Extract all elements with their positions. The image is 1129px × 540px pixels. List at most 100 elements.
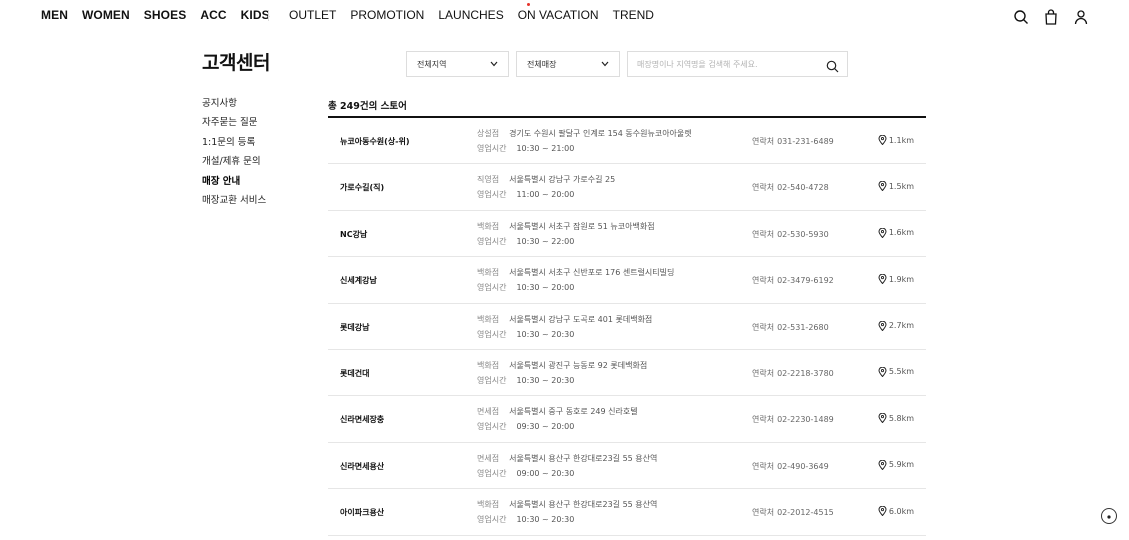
store-contact: 연락처 02-2218-3780 (752, 368, 834, 379)
store-row[interactable]: 아이파크용산 백화점 서울특별시 용산구 한강대로23길 55 용산역 영업시간 1… (328, 489, 926, 536)
store-row[interactable]: NC강남 백화점 서울특별시 서초구 잠원로 51 뉴코아백화점 영업시간 10:3… (328, 211, 926, 258)
hours-label: 영업시간 (477, 329, 507, 339)
store-row[interactable]: 롯데건대 백화점 서울특별시 광진구 능동로 92 롯데백화점 영업시간 10:30… (328, 350, 926, 397)
store-name[interactable]: 롯데건대 (340, 368, 369, 379)
region-select[interactable]: 전체지역 (406, 51, 509, 77)
store-phone: 02-490-3649 (777, 461, 829, 471)
store-hours: 10:30 ~ 22:00 (516, 236, 575, 246)
store-hours: 09:00 ~ 20:30 (516, 468, 575, 478)
search-icon[interactable] (826, 58, 839, 73)
store-type: 백화점 (477, 360, 500, 370)
store-type-select-value: 전체매장 (527, 59, 557, 69)
store-distance[interactable]: 1.1km (878, 134, 914, 146)
store-address-line: 직영점 서울특별시 강남구 가로수길 25 (477, 174, 615, 185)
store-type: 면세점 (477, 407, 500, 417)
nav-women[interactable]: WOMEN (82, 8, 130, 22)
store-distance[interactable]: 5.8km (878, 412, 914, 424)
map-pin-icon (878, 366, 887, 378)
store-row[interactable]: 신세계강남 백화점 서울특별시 서초구 신반포로 176 센트럴시티빌딩 영업시간… (328, 257, 926, 304)
store-distance-value: 1.1km (888, 135, 914, 145)
store-hours-line: 영업시간 10:30 ~ 21:00 (477, 143, 574, 154)
sidebar-item-notice[interactable]: 공지사항 (202, 94, 266, 113)
page-title: 고객센터 (202, 52, 270, 74)
hours-label: 영업시간 (477, 190, 507, 200)
store-phone: 031-231-6489 (777, 137, 834, 146)
store-distance[interactable]: 1.6km (878, 227, 914, 239)
store-distance[interactable]: 1.5km (878, 181, 914, 192)
store-name[interactable]: 뉴코아동수원(상-위) (340, 136, 410, 147)
nav-shoes[interactable]: SHOES (144, 8, 187, 22)
store-contact: 연락처 02-540-4728 (752, 182, 829, 193)
nav-trend[interactable]: TREND (613, 8, 654, 22)
contact-label: 연락처 (752, 322, 775, 332)
sidebar-item-store-exchange[interactable]: 매장교환 서비스 (202, 191, 266, 210)
store-row[interactable]: 롯데강남 백화점 서울특별시 강남구 도곡로 401 롯데백화점 영업시간 10:3… (328, 304, 926, 350)
map-pin-icon (878, 227, 887, 239)
store-address: 서울특별시 용산구 한강대로23길 55 용산역 (509, 500, 658, 510)
nav-promotion[interactable]: PROMOTION (350, 8, 424, 22)
store-name[interactable]: NC강남 (340, 229, 367, 240)
store-row[interactable]: 가로수길(직) 직영점 서울특별시 강남구 가로수길 25 영업시간 11:00 ~… (328, 164, 926, 211)
store-address-line: 면세점 서울특별시 중구 동호로 249 신라호텔 (477, 406, 638, 417)
hours-label: 영업시간 (477, 375, 507, 385)
store-search-input[interactable] (637, 59, 817, 69)
site-header: MEN WOMEN SHOES ACC KIDS OUTLET PROMOTIO… (0, 0, 1129, 36)
sidebar-item-faq[interactable]: 자주묻는 질문 (202, 113, 266, 132)
store-name[interactable]: 신라면세용산 (340, 461, 384, 472)
nav-kids[interactable]: KIDS (241, 8, 270, 22)
store-distance[interactable]: 1.9km (878, 273, 914, 285)
store-phone: 02-531-2680 (777, 322, 829, 332)
store-row[interactable]: 신라면세용산 면세점 서울특별시 용산구 한강대로23길 55 용산역 영업시간 0… (328, 443, 926, 490)
shopping-bag-icon[interactable] (1043, 9, 1059, 25)
sidebar-item-partnership[interactable]: 개설/제휴 문의 (202, 152, 266, 171)
hours-label: 영업시간 (477, 515, 507, 525)
store-phone: 02-530-5930 (777, 229, 829, 239)
store-address: 서울특별시 용산구 한강대로23길 55 용산역 (509, 453, 658, 463)
store-distance[interactable]: 5.5km (878, 366, 914, 378)
store-name[interactable]: 가로수길(직) (340, 182, 384, 193)
nav-acc[interactable]: ACC (200, 8, 226, 22)
store-contact: 연락처 02-2230-1489 (752, 414, 834, 425)
store-distance[interactable]: 6.0km (878, 505, 914, 517)
sidebar-item-store-info[interactable]: 매장 안내 (202, 172, 266, 191)
nav-launches[interactable]: LAUNCHES (438, 8, 503, 22)
clock-icon (1104, 507, 1114, 526)
search-icon[interactable] (1013, 9, 1029, 25)
recent-view-button[interactable] (1101, 508, 1117, 524)
store-name[interactable]: 신세계강남 (340, 275, 377, 286)
store-type: 면세점 (477, 453, 500, 463)
store-address-line: 면세점 서울특별시 용산구 한강대로23길 55 용산역 (477, 453, 657, 464)
store-name[interactable]: 신라면세장충 (340, 414, 384, 425)
chevron-down-icon (490, 60, 498, 69)
store-address: 서울특별시 서초구 잠원로 51 뉴코아백화점 (509, 221, 655, 231)
nav-outlet[interactable]: OUTLET (289, 8, 336, 22)
map-pin-icon (878, 459, 887, 471)
store-hours: 10:30 ~ 20:30 (516, 329, 575, 339)
nav-on-vacation[interactable]: ON VACATION (518, 8, 599, 22)
store-row[interactable]: 신라면세장충 면세점 서울특별시 중구 동호로 249 신라호텔 영업시간 09:3… (328, 396, 926, 443)
store-distance-value: 1.9km (888, 274, 914, 284)
store-phone: 02-540-4728 (777, 183, 829, 193)
store-name[interactable]: 롯데강남 (340, 322, 369, 333)
store-hours: 10:30 ~ 20:30 (516, 375, 575, 385)
store-list: 뉴코아동수원(상-위) 상설점 경기도 수원시 팔달구 인계로 154 동수원뉴코… (328, 118, 926, 536)
hours-label: 영업시간 (477, 144, 507, 153)
store-distance[interactable]: 2.7km (878, 320, 914, 331)
store-phone: 02-2230-1489 (777, 415, 834, 425)
store-contact: 연락처 02-530-5930 (752, 229, 829, 240)
user-icon[interactable] (1073, 9, 1089, 25)
store-hours: 09:30 ~ 20:00 (516, 422, 575, 432)
region-select-value: 전체지역 (417, 59, 447, 69)
store-type: 백화점 (477, 314, 500, 324)
store-row[interactable]: 뉴코아동수원(상-위) 상설점 경기도 수원시 팔달구 인계로 154 동수원뉴코… (328, 118, 926, 165)
nav-men[interactable]: MEN (41, 8, 68, 22)
store-distance-value: 5.8km (888, 413, 914, 423)
store-distance[interactable]: 5.9km (878, 459, 914, 471)
store-type: 백화점 (477, 500, 500, 510)
store-distance-value: 5.5km (888, 367, 914, 377)
sidebar-item-inquiry[interactable]: 1:1문의 등록 (202, 133, 266, 152)
store-type-select[interactable]: 전체매장 (516, 51, 620, 77)
store-distance-value: 6.0km (888, 506, 914, 516)
store-address: 서울특별시 강남구 도곡로 401 롯데백화점 (509, 314, 653, 324)
store-name[interactable]: 아이파크용산 (340, 507, 384, 518)
